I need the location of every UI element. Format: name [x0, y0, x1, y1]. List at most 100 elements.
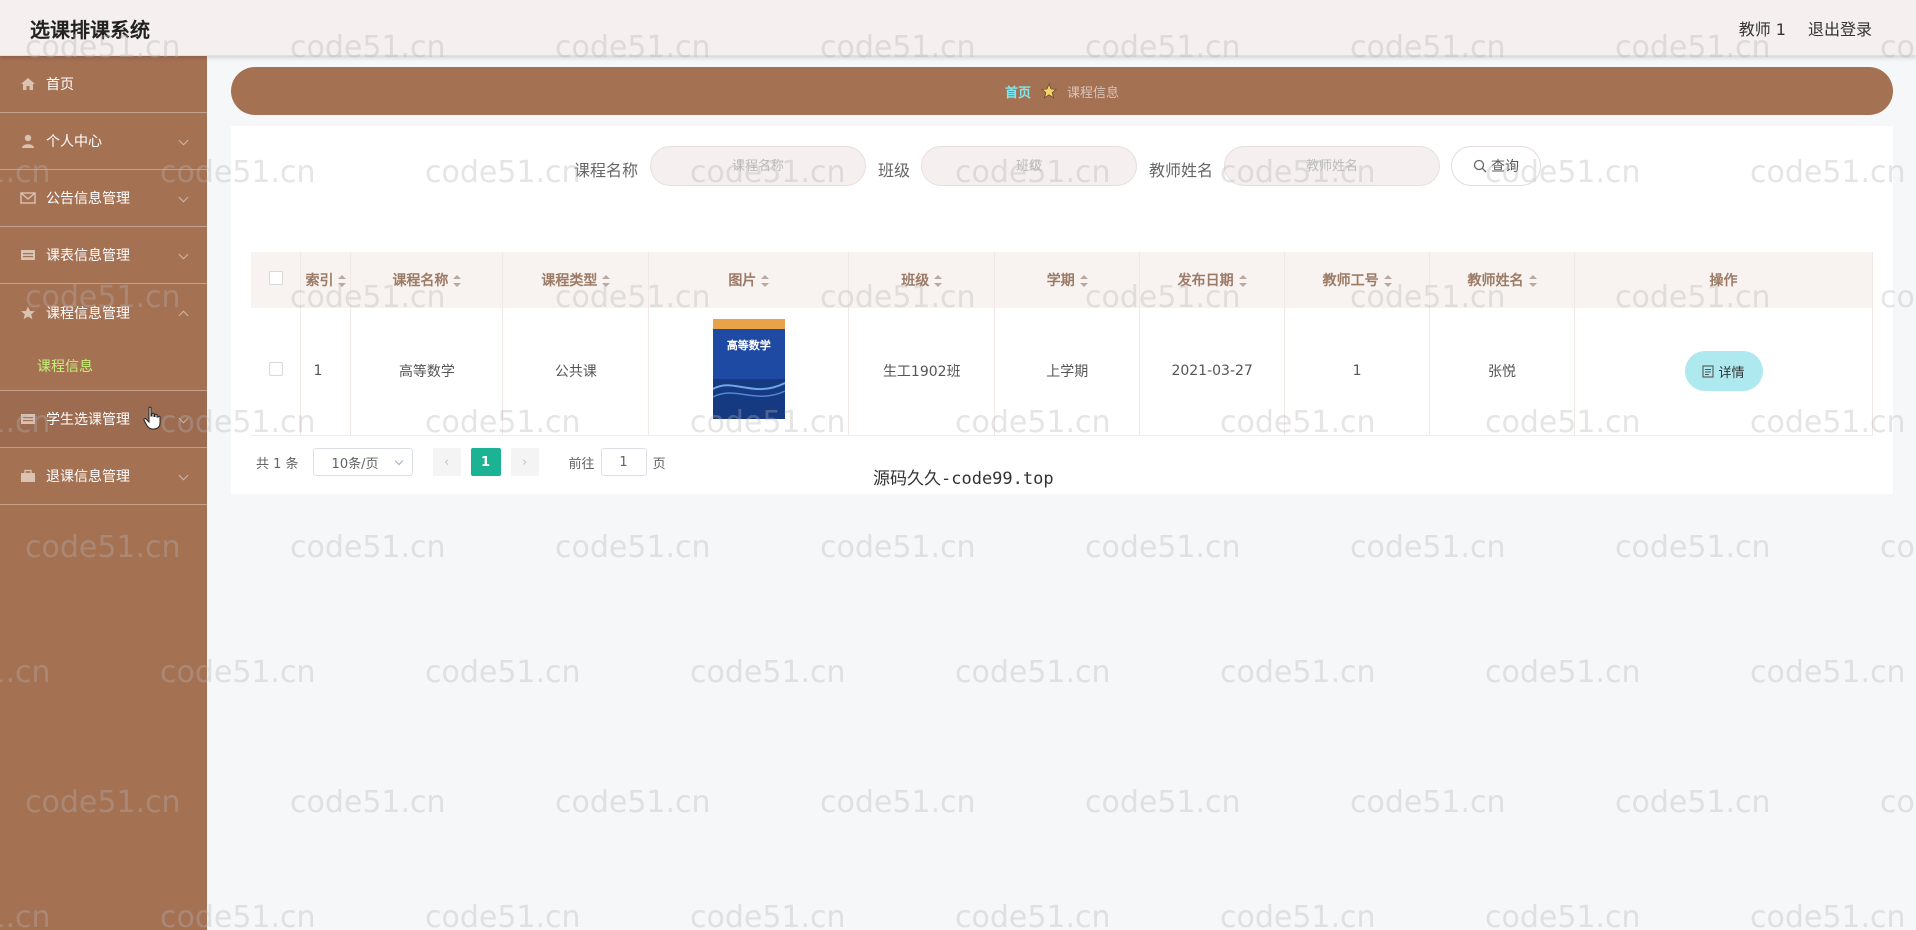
sidebar-item-profile[interactable]: 个人中心: [0, 113, 207, 170]
total-count: 共 1 条: [256, 456, 299, 472]
watermark-text: code51.cn: [955, 655, 1111, 690]
page-size-select[interactable]: 10条/页: [312, 448, 413, 476]
sidebar-item-label: 课表信息管理: [46, 248, 130, 264]
search-form: 课程名称 班级 教师姓名 查询: [231, 146, 1893, 188]
page-number-current[interactable]: 1: [470, 448, 501, 476]
sidebar-item-label: 学生选课管理: [46, 412, 130, 428]
column-header[interactable]: 教师姓名: [1429, 252, 1575, 308]
watermark-text: code51.cn: [1220, 655, 1376, 690]
app-title: 选课排课系统: [30, 18, 150, 42]
watermark-text: code51.cn: [1750, 900, 1906, 930]
watermark-text: code51.cn: [425, 655, 581, 690]
chevron-down-icon: [178, 135, 189, 146]
sort-icon: [1238, 275, 1247, 287]
chevron-down-icon: [394, 456, 403, 466]
action-cell: 详情: [1574, 308, 1873, 436]
sidebar-subitem-course-info[interactable]: 课程信息: [0, 341, 207, 391]
sidebar-item-label: 首页: [46, 77, 74, 93]
hand-cursor-icon: [143, 406, 161, 430]
sort-icon: [338, 275, 347, 287]
sidebar-item-course[interactable]: 课程信息管理: [0, 284, 207, 341]
list-icon: [20, 248, 36, 262]
sidebar-item-notice[interactable]: 公告信息管理: [0, 170, 207, 227]
chevron-down-icon: [178, 192, 189, 203]
column-header[interactable]: 学期: [994, 252, 1141, 308]
watermark-text: code51.cn: [1880, 530, 1916, 565]
teacher-name-label: 教师姓名: [1149, 161, 1214, 180]
sidebar-item-home[interactable]: 首页: [0, 56, 207, 113]
sidebar-item-label: 个人中心: [46, 134, 102, 150]
column-header[interactable]: 课程名称: [350, 252, 504, 308]
sidebar-item-label: 公告信息管理: [46, 191, 130, 207]
course-table: 索引 课程名称 课程类型 图片 班级 学期 发布日期 教师工号 教师姓名 操作 …: [251, 252, 1873, 436]
teacher-name-cell: 张悦: [1429, 308, 1575, 436]
course-type-cell: 公共课: [502, 308, 650, 436]
watermark-text: code51.cn: [555, 785, 711, 820]
class-input[interactable]: [921, 146, 1137, 186]
sidebar-item-schedule[interactable]: 课表信息管理: [0, 227, 207, 284]
sidebar-item-selection[interactable]: 学生选课管理: [0, 391, 207, 448]
sidebar-item-label: 课程信息管理: [46, 305, 130, 322]
watermark-text: code51.cn: [820, 785, 976, 820]
date-cell: 2021-03-27: [1139, 308, 1286, 436]
image-cell: 高等数学: [648, 308, 850, 436]
search-button-label: 查询: [1491, 159, 1519, 175]
sort-icon: [1528, 275, 1537, 287]
watermark-text: code51.cn: [290, 530, 446, 565]
teacher-name-input[interactable]: [1224, 146, 1440, 186]
chevron-down-icon: [178, 470, 189, 481]
row-checkbox[interactable]: [268, 362, 283, 377]
column-header[interactable]: 教师工号: [1284, 252, 1431, 308]
course-name-input[interactable]: [650, 146, 866, 186]
column-header[interactable]: 班级: [848, 252, 996, 308]
sidebar: 首页 个人中心 公告信息管理 课表信息管理 课程信息管理 课程信息 学生选课管理: [0, 56, 207, 930]
prev-page-button[interactable]: ‹: [432, 448, 461, 476]
teacher-id-cell: 1: [1284, 308, 1431, 436]
class-cell: 生工1902班: [848, 308, 996, 436]
sort-icon: [1383, 275, 1392, 287]
user-icon: [20, 134, 36, 148]
sort-icon: [934, 275, 943, 287]
sort-icon: [602, 275, 611, 287]
sidebar-item-withdraw[interactable]: 退课信息管理: [0, 448, 207, 505]
column-header[interactable]: 索引: [300, 252, 352, 308]
detail-button[interactable]: 详情: [1684, 351, 1763, 392]
watermark-text: code51.cn: [1085, 530, 1241, 565]
chevron-up-icon: [178, 310, 189, 321]
column-header[interactable]: 发布日期: [1139, 252, 1286, 308]
goto-suffix: 页: [652, 456, 666, 472]
course-name-cell: 高等数学: [350, 308, 504, 436]
search-button[interactable]: 查询: [1451, 146, 1541, 186]
goto-prefix: 前往: [568, 456, 595, 472]
watermark-text: code51.cn: [1880, 785, 1916, 820]
chevron-down-icon: [178, 249, 189, 260]
select-all-checkbox[interactable]: [268, 271, 283, 285]
star-icon: [20, 306, 36, 320]
sort-icon: [761, 275, 770, 287]
chevron-down-icon: [178, 413, 189, 424]
sidebar-item-label: 退课信息管理: [46, 469, 130, 485]
document-icon: [1702, 365, 1715, 378]
home-icon: [20, 77, 36, 91]
column-header[interactable]: 图片: [648, 252, 850, 308]
table-header-row: 索引 课程名称 课程类型 图片 班级 学期 发布日期 教师工号 教师姓名 操作: [251, 252, 1873, 308]
briefcase-icon: [20, 469, 36, 483]
select-all-cell: [251, 252, 302, 308]
watermark-text: code51.cn: [425, 900, 581, 930]
star-icon: [1041, 83, 1057, 99]
mail-icon: [20, 191, 36, 205]
breadcrumb-home[interactable]: 首页: [1005, 82, 1031, 101]
watermark-text: code51.cn: [1750, 655, 1906, 690]
course-image[interactable]: 高等数学: [712, 319, 785, 420]
watermark-text: code51.cn: [1220, 900, 1376, 930]
watermark-text: code51.cn: [1615, 785, 1771, 820]
content-panel: 课程名称 班级 教师姓名 查询 索引 课程名称 课程类型 图片 班级 学期 发布…: [231, 126, 1893, 494]
column-header[interactable]: 课程类型: [502, 252, 650, 308]
logout-link[interactable]: 退出登录: [1808, 16, 1872, 40]
watermark-text: code51.cn: [1085, 785, 1241, 820]
watermark-text: code51.cn: [1485, 900, 1641, 930]
detail-button-label: 详情: [1718, 365, 1745, 381]
goto-page-input[interactable]: [600, 448, 647, 476]
next-page-button[interactable]: ›: [510, 448, 539, 476]
watermark-text: code51.cn: [1485, 655, 1641, 690]
